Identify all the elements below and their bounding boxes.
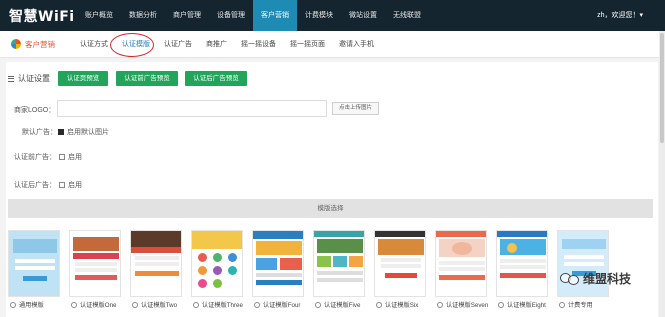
template-label: 认证模版Five (324, 302, 361, 309)
checkbox-icon[interactable] (59, 182, 65, 188)
user-menu[interactable]: zh，欢迎您！▾ (597, 0, 643, 31)
tab-auth-template[interactable]: 认证模版 (115, 39, 157, 49)
tab-invite-phone[interactable]: 邀请入手机 (332, 39, 381, 49)
template-thumbnail-four[interactable] (252, 230, 304, 297)
template-thumbnail-one[interactable] (69, 230, 121, 297)
post-auth-ad-checkbox[interactable]: 启用 (59, 180, 82, 190)
template-thumbnail-two[interactable] (130, 230, 182, 297)
template-option-seven[interactable]: 认证模版Seven (437, 300, 488, 309)
template-option-eight[interactable]: 认证模版Eight (498, 300, 546, 309)
chat-bubbles-icon (560, 272, 580, 286)
radio-icon[interactable] (10, 301, 16, 308)
radio-icon[interactable] (254, 301, 260, 308)
template-label: 认证模版Two (141, 302, 178, 309)
radio-icon[interactable] (498, 301, 504, 308)
preview-post-auth-ad-button[interactable]: 认证后广告预览 (185, 71, 247, 86)
nav-item-merchant-management[interactable]: 商户管理 (165, 0, 209, 31)
checkbox-icon[interactable] (59, 154, 65, 160)
upload-image-button[interactable]: 点击上传图片 (332, 102, 379, 115)
app-logo[interactable]: 智慧WiFi (9, 6, 77, 26)
default-ad-option: 启用默认图片 (67, 129, 109, 136)
post-auth-ad-option: 启用 (68, 182, 82, 189)
radio-icon[interactable] (437, 301, 443, 308)
template-thumbnail-eight[interactable] (496, 230, 548, 297)
watermark: 维盟科技 (560, 270, 631, 287)
template-option-six[interactable]: 认证模版Six (376, 300, 418, 309)
template-label: 认证模版Three (202, 302, 243, 309)
scrollbar-thumb[interactable] (660, 33, 664, 143)
nav-item-customer-marketing[interactable]: 客户营销 (253, 0, 297, 31)
template-thumbnail-six[interactable] (374, 230, 426, 297)
nav-item-account-overview[interactable]: 账户概览 (77, 0, 121, 31)
preview-pre-auth-ad-button[interactable]: 认证前广告预览 (116, 71, 178, 86)
post-auth-ad-label: 认证后广告： (14, 182, 56, 189)
nav-item-wireless-alliance[interactable]: 无线联盟 (385, 0, 429, 31)
template-label: 通用模版 (19, 302, 44, 309)
template-label: 认证模版Six (385, 302, 419, 309)
radio-icon[interactable] (315, 301, 321, 308)
template-option-four[interactable]: 认证模版Four (254, 300, 300, 309)
template-label: 计费专用 (568, 302, 593, 309)
template-option-one[interactable]: 认证模版One (71, 300, 116, 309)
radio-icon[interactable] (376, 301, 382, 308)
checkbox-checked-icon[interactable] (58, 129, 64, 135)
section-title: 认证设置 (8, 73, 50, 84)
template-option-five[interactable]: 认证模版Five (315, 300, 360, 309)
section-label: 客户营销 (25, 39, 55, 49)
top-navbar: 智慧WiFi 账户概览 数据分析 商户管理 设备管理 客户营销 计费模块 微站设… (0, 0, 665, 31)
template-label: 认证模版One (80, 302, 117, 309)
pie-chart-icon (11, 39, 21, 49)
tab-shake-page[interactable]: 摇一摇页面 (283, 39, 332, 49)
template-thumbnail-generic[interactable] (8, 230, 60, 297)
template-thumbnail-seven[interactable] (435, 230, 487, 297)
pre-auth-ad-checkbox[interactable]: 启用 (59, 152, 82, 162)
radio-icon[interactable] (71, 301, 77, 308)
template-select-bar: 模版选择 (8, 199, 653, 218)
sub-navbar: 客户营销 认证方式 认证模版 认证广告 商推广 摇一摇设备 摇一摇页面 邀请入手… (0, 31, 665, 58)
preview-auth-page-button[interactable]: 认证页预览 (58, 71, 108, 86)
default-ad-checkbox[interactable]: 启用默认图片 (58, 127, 109, 137)
default-ad-label: 默认广告： (22, 129, 57, 136)
main-nav: 账户概览 数据分析 商户管理 设备管理 客户营销 计费模块 微站设置 无线联盟 (77, 0, 429, 31)
tab-merchant-promo[interactable]: 商推广 (199, 39, 234, 49)
template-label: 认证模版Eight (507, 302, 546, 309)
radio-icon[interactable] (193, 301, 199, 308)
nav-item-data-analysis[interactable]: 数据分析 (121, 0, 165, 31)
auth-settings-title: 认证设置 (18, 74, 50, 83)
pre-auth-ad-option: 启用 (68, 154, 82, 161)
radio-icon[interactable] (132, 301, 138, 308)
watermark-text: 维盟科技 (583, 272, 632, 286)
template-option-two[interactable]: 认证模版Two (132, 300, 177, 309)
logo-label: 商家LOGO： (14, 107, 56, 114)
template-label: 认证模版Four (263, 302, 301, 309)
nav-item-microsite-settings[interactable]: 微站设置 (341, 0, 385, 31)
template-label: 认证模版Seven (446, 302, 489, 309)
template-option-three[interactable]: 认证模版Three (193, 300, 243, 309)
nav-item-device-management[interactable]: 设备管理 (209, 0, 253, 31)
logo-field[interactable] (57, 100, 327, 117)
template-option-billing[interactable]: 计费专用 (559, 300, 593, 309)
template-thumbnail-five[interactable] (313, 230, 365, 297)
tab-auth-method[interactable]: 认证方式 (73, 39, 115, 49)
pre-auth-ad-label: 认证前广告： (14, 154, 56, 161)
tab-auth-ads[interactable]: 认证广告 (157, 39, 199, 49)
radio-icon[interactable] (559, 301, 565, 308)
template-option-generic[interactable]: 通用模版 (10, 300, 44, 309)
nav-item-billing[interactable]: 计费模块 (297, 0, 341, 31)
list-icon (8, 75, 14, 82)
tab-shake-device[interactable]: 摇一摇设备 (234, 39, 283, 49)
template-thumbnail-three[interactable] (191, 230, 243, 297)
section-indicator: 客户营销 (11, 39, 73, 50)
